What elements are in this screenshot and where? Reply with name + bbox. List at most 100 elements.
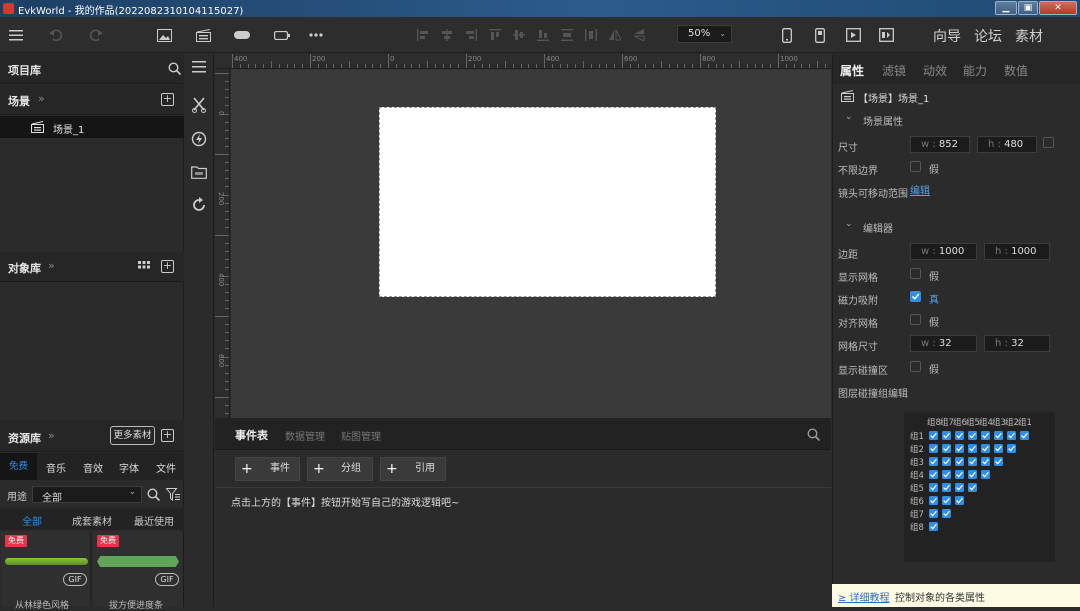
group-collision-checkbox[interactable] [955, 444, 964, 453]
expand-arrows-icon[interactable]: » [38, 92, 45, 105]
play-icon[interactable] [842, 17, 864, 53]
chevron-down-icon[interactable]: ⌄ [845, 219, 853, 229]
group-collision-checkbox[interactable] [929, 470, 938, 479]
group-collision-checkbox[interactable] [942, 470, 951, 479]
flip-v-icon[interactable] [630, 17, 648, 53]
zoom-select[interactable]: 50% ⌄ [677, 25, 732, 43]
phone-landscape-icon[interactable] [809, 17, 831, 53]
close-button[interactable]: ✕ [1039, 1, 1077, 15]
scene-stage[interactable] [379, 107, 716, 297]
asset-tab-free[interactable]: 免费素... [0, 453, 37, 480]
align-middle-icon[interactable] [510, 17, 528, 53]
grid-width-input[interactable]: w : 32 [910, 335, 977, 352]
camera-range-edit-link[interactable]: 编辑 [910, 182, 930, 197]
filter-tab-recent[interactable]: 最近使用 [134, 513, 174, 528]
refresh-icon[interactable] [191, 197, 207, 213]
battery-shape-icon[interactable] [270, 17, 294, 53]
group-collision-checkbox[interactable] [968, 431, 977, 440]
align-bottom-icon[interactable] [534, 17, 552, 53]
filter-icon[interactable] [166, 488, 180, 501]
group-collision-checkbox[interactable] [929, 483, 938, 492]
asset-tab-music[interactable]: 音乐 [46, 460, 66, 475]
group-collision-checkbox[interactable] [994, 457, 1003, 466]
add-object-button[interactable]: + [161, 260, 174, 273]
effects-icon[interactable] [191, 131, 207, 147]
group-collision-checkbox[interactable] [942, 496, 951, 505]
tab-filters[interactable]: 滤镜 [882, 62, 906, 79]
filter-tab-sets[interactable]: 成套素材 [72, 513, 112, 528]
scene-icon[interactable] [191, 17, 215, 53]
tab-values[interactable]: 数值 [1004, 62, 1028, 79]
align-center-h-icon[interactable] [438, 17, 456, 53]
more-assets-button[interactable]: 更多素材 [110, 426, 155, 445]
tutorial-link[interactable]: ≥ 详细教程 [838, 589, 890, 604]
group-collision-checkbox[interactable] [942, 457, 951, 466]
asset-card[interactable]: 免费 GIF 拔方便进度条 [93, 531, 183, 611]
group-collision-checkbox[interactable] [955, 483, 964, 492]
menu-icon[interactable] [4, 17, 28, 53]
list-icon[interactable] [192, 61, 206, 73]
align-right-icon[interactable] [462, 17, 480, 53]
expand-arrows-icon[interactable]: » [48, 259, 55, 272]
group-collision-checkbox[interactable] [942, 483, 951, 492]
undo-icon[interactable] [44, 17, 68, 53]
group-collision-checkbox[interactable] [968, 483, 977, 492]
search-icon[interactable] [147, 488, 160, 501]
tab-abilities[interactable]: 能力 [963, 62, 987, 79]
show-collision-checkbox[interactable] [910, 361, 921, 372]
tab-event-table[interactable]: 事件表 [235, 427, 268, 443]
search-icon[interactable] [168, 62, 181, 75]
group-collision-checkbox[interactable] [968, 457, 977, 466]
filter-tab-all[interactable]: 全部 [22, 513, 42, 528]
snap-checkbox[interactable] [910, 291, 921, 302]
margin-width-input[interactable]: w : 1000 [910, 243, 977, 260]
group-collision-checkbox[interactable] [942, 431, 951, 440]
size-lock-checkbox[interactable] [1043, 137, 1054, 148]
align-left-icon[interactable] [414, 17, 432, 53]
show-grid-checkbox[interactable] [910, 268, 921, 279]
group-collision-checkbox[interactable] [955, 457, 964, 466]
group-collision-checkbox[interactable] [942, 444, 951, 453]
scissors-icon[interactable] [192, 97, 206, 113]
group-collision-checkbox[interactable] [929, 457, 938, 466]
image-icon[interactable] [152, 17, 176, 53]
asset-card[interactable]: 免费 GIF 从林绿色风格 [1, 531, 91, 611]
expand-arrows-icon[interactable]: » [48, 429, 55, 442]
add-scene-button[interactable]: + [161, 93, 174, 106]
group-collision-checkbox[interactable] [929, 522, 938, 531]
flip-h-icon[interactable] [606, 17, 624, 53]
align-top-icon[interactable] [486, 17, 504, 53]
group-collision-checkbox[interactable] [968, 444, 977, 453]
group-collision-checkbox[interactable] [942, 509, 951, 518]
group-collision-checkbox[interactable] [1007, 444, 1016, 453]
chevron-down-icon[interactable]: ⌄ [845, 112, 853, 122]
group-collision-checkbox[interactable] [994, 431, 1003, 440]
distribute-h-icon[interactable] [582, 17, 600, 53]
distribute-v-icon[interactable] [558, 17, 576, 53]
asset-tab-font[interactable]: 字体 [119, 460, 139, 475]
unbounded-checkbox[interactable] [910, 161, 921, 172]
maximize-button[interactable]: ▣ [1018, 1, 1038, 15]
margin-height-input[interactable]: h : 1000 [984, 243, 1050, 260]
group-collision-checkbox[interactable] [955, 470, 964, 479]
group-collision-checkbox[interactable] [929, 496, 938, 505]
group-collision-checkbox[interactable] [929, 444, 938, 453]
group-collision-checkbox[interactable] [1020, 431, 1029, 440]
grid-height-input[interactable]: h : 32 [984, 335, 1050, 352]
capsule-shape-icon[interactable] [230, 17, 254, 53]
tab-motion[interactable]: 动效 [923, 62, 947, 79]
group-collision-checkbox[interactable] [981, 470, 990, 479]
more-icon[interactable] [304, 17, 328, 53]
add-group-button[interactable]: + 分组 [307, 457, 373, 481]
scene-list-item[interactable]: 场景_1 [0, 116, 184, 138]
preview-icon[interactable] [875, 17, 897, 53]
add-asset-button[interactable]: + [161, 429, 174, 442]
grid-view-icon[interactable] [138, 261, 150, 273]
minimize-button[interactable]: ▁ [995, 1, 1017, 15]
group-collision-checkbox[interactable] [955, 431, 964, 440]
asset-tab-sfx[interactable]: 音效 [83, 460, 103, 475]
tab-texture-manage[interactable]: 贴图管理 [341, 428, 381, 443]
nav-guide-link[interactable]: 向导 [933, 26, 961, 46]
group-collision-checkbox[interactable] [1007, 431, 1016, 440]
group-collision-checkbox[interactable] [929, 431, 938, 440]
